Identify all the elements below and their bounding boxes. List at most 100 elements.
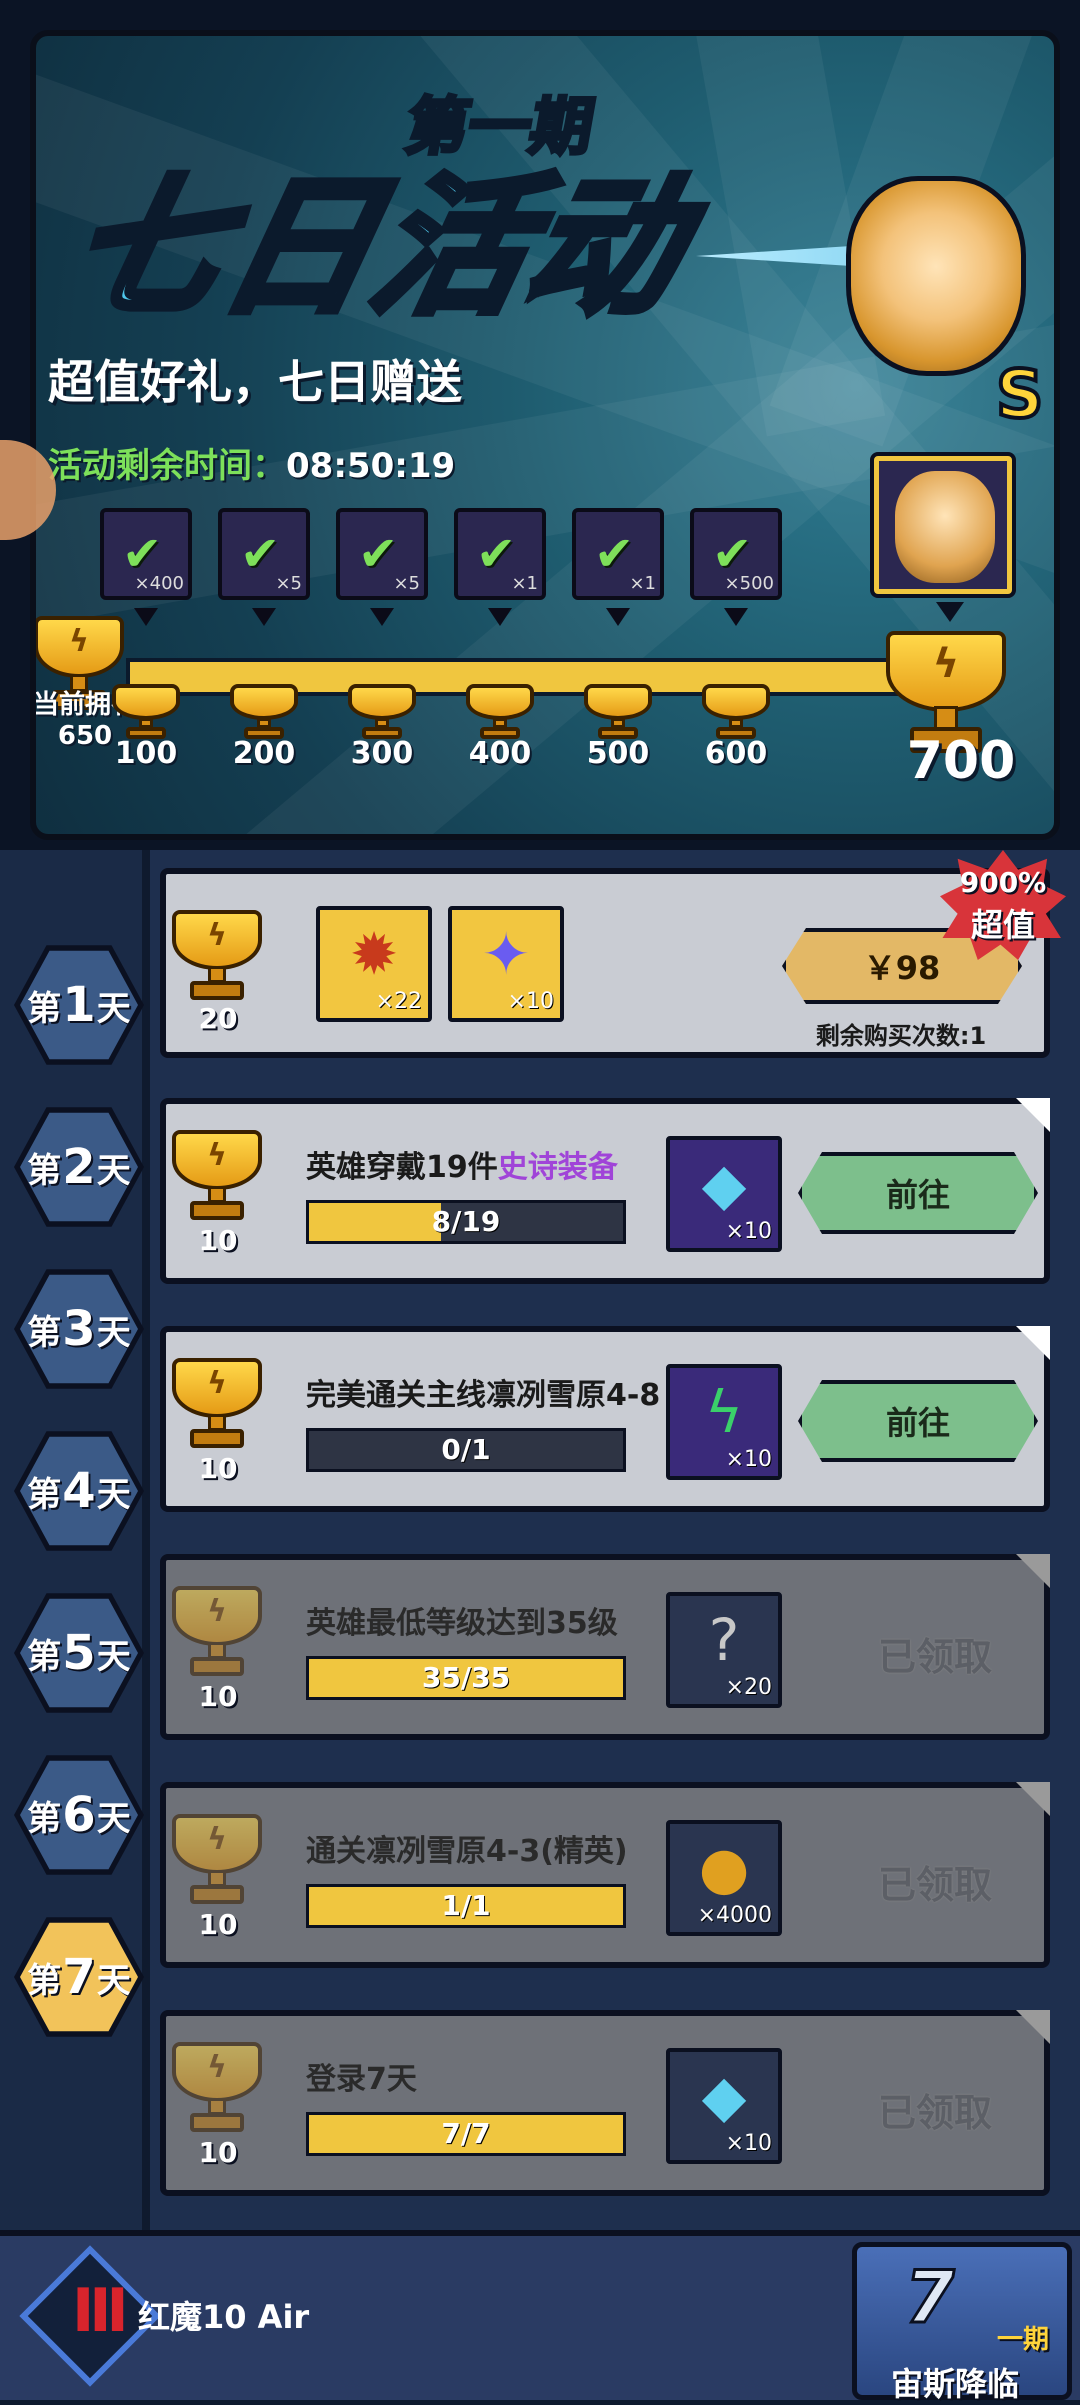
day-tab-suffix: 天 xyxy=(96,1312,131,1353)
value-badge-text: 超值 xyxy=(970,906,1035,944)
milestone-reward-4[interactable]: ✔ ×1 xyxy=(454,508,546,600)
diamond-icon: ◆ xyxy=(701,2062,747,2130)
task-points: 10 xyxy=(198,1224,238,1257)
purchase-item-2-qty: ×10 xyxy=(507,989,554,1014)
milestone-reward-5[interactable]: ✔ ×1 xyxy=(572,508,664,600)
task-points: 10 xyxy=(198,1680,238,1713)
value-badge-percent: 900% xyxy=(959,866,1047,899)
banner-panel: 第一期 七日活动 超值好礼，七日赠送 活动剩余时间：08:50:19 S ϟ 当… xyxy=(30,30,1060,840)
claimed-status: 已领取 xyxy=(878,1863,993,1907)
task-card: ϟ 10 英雄最低等级达到35级 35/35? ×20 已领取 xyxy=(160,1554,1050,1740)
milestone-reward-qty: ×1 xyxy=(629,573,656,594)
go-button[interactable]: 前往 xyxy=(798,1380,1038,1462)
task-title-text: 通关凛冽雪原4-3(精英) xyxy=(306,1834,628,1869)
task-title-highlight: 史诗装备 xyxy=(497,1150,618,1185)
milestone-points: 300 xyxy=(350,736,414,771)
day-tab-prefix: 第 xyxy=(27,1150,62,1191)
crystal-icon: ✦ xyxy=(481,920,531,988)
milestone-trophy-icon xyxy=(348,684,416,742)
milestone-pointer xyxy=(252,608,276,626)
milestone-pointer xyxy=(606,608,630,626)
purchase-points: 20 xyxy=(198,1002,238,1035)
task-progress-text: 7/7 xyxy=(441,2117,491,2150)
day-tab-suffix: 天 xyxy=(96,1150,131,1191)
milestone-pointer xyxy=(370,608,394,626)
purchase-points-trophy-icon: ϟ xyxy=(172,910,262,1006)
task-progress-bar: 35/35 xyxy=(306,1656,626,1700)
task-points: 10 xyxy=(198,1908,238,1941)
task-reward-qty: ×20 xyxy=(725,1675,772,1700)
milestone-pointer xyxy=(724,608,748,626)
task-title-text: 英雄最低等级达到35级 xyxy=(306,1606,618,1641)
go-button[interactable]: 前往 xyxy=(798,1152,1038,1234)
task-progress-text: 1/1 xyxy=(441,1889,491,1922)
milestone-reward-6[interactable]: ✔ ×500 xyxy=(690,508,782,600)
milestone-reward-2[interactable]: ✔ ×5 xyxy=(218,508,310,600)
card-corner-tab xyxy=(1016,1098,1050,1132)
purchase-item-1-qty: ×22 xyxy=(375,989,422,1014)
day-tab-number: 2 xyxy=(62,1139,96,1195)
task-reward-item[interactable]: ● ×4000 xyxy=(666,1820,782,1936)
task-card: ϟ 10 通关凛冽雪原4-3(精英) 1/1 ● ×4000 已领取 xyxy=(160,1782,1050,1968)
task-title: 英雄最低等级达到35级 xyxy=(306,1598,618,1642)
milestone-pointer xyxy=(488,608,512,626)
card-corner-tab xyxy=(1016,1782,1050,1816)
day-tab-number: 5 xyxy=(62,1625,96,1681)
task-reward-item[interactable]: ? ×20 xyxy=(666,1592,782,1708)
card-corner-tab xyxy=(1016,2010,1050,2044)
task-title-text: 英雄穿戴19件 xyxy=(306,1150,498,1185)
task-title: 英雄穿戴19件史诗装备 xyxy=(306,1142,618,1186)
purchase-item-2[interactable]: ✦ ×10 xyxy=(448,906,564,1022)
milestone-reward-qty: ×400 xyxy=(134,573,184,594)
task-progress-bar: 1/1 xyxy=(306,1884,626,1928)
task-points-trophy-icon: ϟ xyxy=(172,1586,262,1682)
task-title-text: 完美通关主线凛冽雪原4-8 xyxy=(306,1378,661,1413)
purchase-item-1[interactable]: ✹ ×22 xyxy=(316,906,432,1022)
card-corner-tab xyxy=(1016,1554,1050,1588)
event-entry-button[interactable]: 7 一期 宙斯降临 xyxy=(852,2242,1072,2403)
claimed-check-icon: ✔ xyxy=(594,526,635,582)
day-tab-number: 4 xyxy=(62,1463,96,1519)
task-card: ϟ 10 完美通关主线凛冽雪原4-8 0/1 ϟ ×10 前往 xyxy=(160,1326,1050,1512)
task-progress-bar: 8/19 xyxy=(306,1200,626,1244)
day-tab-prefix: 第 xyxy=(27,1636,62,1677)
claimed-check-icon: ✔ xyxy=(476,526,517,582)
task-reward-item[interactable]: ϟ ×10 xyxy=(666,1364,782,1480)
milestone-reward-1[interactable]: ✔ ×400 xyxy=(100,508,192,600)
task-reward-item[interactable]: ◆ ×10 xyxy=(666,1136,782,1252)
event-badge-period: 一期 xyxy=(997,2325,1050,2355)
milestone-trophy-icon xyxy=(584,684,652,742)
diamond-icon: ◆ xyxy=(701,1150,747,1218)
task-title: 通关凛冽雪原4-3(精英) xyxy=(306,1826,628,1870)
final-milestone-points: 700 xyxy=(906,731,1016,791)
event-banner: 第一期 七日活动 超值好礼，七日赠送 活动剩余时间：08:50:19 S ϟ 当… xyxy=(0,0,1080,850)
task-card: ϟ 10 登录7天 7/7 ◆ ×10 已领取 xyxy=(160,2010,1050,2196)
event-tagline: 超值好礼，七日赠送 xyxy=(48,355,462,409)
task-title: 登录7天 xyxy=(306,2054,417,2098)
task-points-trophy-icon: ϟ xyxy=(172,2042,262,2138)
timer-value: 08:50:19 xyxy=(286,446,456,486)
milestone-trophy-icon xyxy=(230,684,298,742)
red-magic-icon: Ⅲ xyxy=(72,2276,129,2346)
day-tab-suffix: 天 xyxy=(96,1798,131,1839)
milestone-points: 400 xyxy=(468,736,532,771)
task-points-trophy-icon: ϟ xyxy=(172,1358,262,1454)
day-tab-prefix: 第 xyxy=(27,1474,62,1515)
day-tab-prefix: 第 xyxy=(27,988,62,1029)
task-points-trophy-icon: ϟ xyxy=(172,1130,262,1226)
claimed-check-icon: ✔ xyxy=(240,526,281,582)
hero-reward-box[interactable] xyxy=(874,456,1012,594)
task-reward-qty: ×10 xyxy=(725,2131,772,2156)
event-badge-title: 宙斯降临 xyxy=(891,2365,1020,2403)
task-reward-item[interactable]: ◆ ×10 xyxy=(666,2048,782,2164)
day-tab-number: 6 xyxy=(62,1787,96,1843)
milestone-reward-qty: ×500 xyxy=(724,573,774,594)
purchase-card: ϟ 20 ✹ ×22 ✦ ×10 ￥98 剩余购买次数:1 xyxy=(160,868,1050,1058)
hero-grade: S xyxy=(994,354,1046,435)
hero-portrait-large xyxy=(846,176,1026,376)
milestone-reward-3[interactable]: ✔ ×5 xyxy=(336,508,428,600)
remaining-purchases: 剩余购买次数:1 xyxy=(815,1022,987,1050)
task-card: ϟ 10 英雄穿戴19件史诗装备 8/19 ◆ ×10 前往 xyxy=(160,1098,1050,1284)
device-label: 红魔10 Air xyxy=(138,2298,310,2336)
milestone-points: 200 xyxy=(232,736,296,771)
